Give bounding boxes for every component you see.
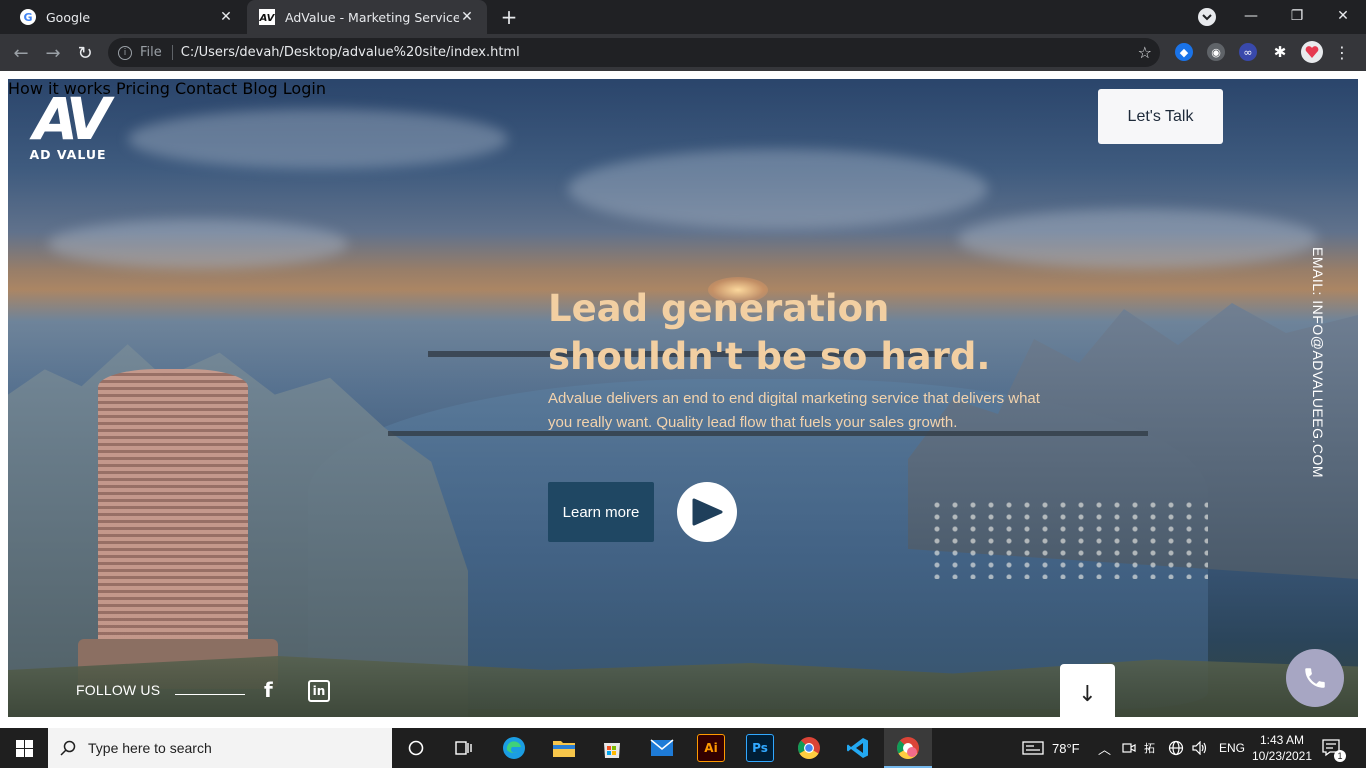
browser-tabstrip: G Google ✕ AV AdValue - Marketing Servic… xyxy=(0,0,1366,34)
svg-text:AV: AV xyxy=(259,13,275,24)
windows-start-icon[interactable] xyxy=(0,728,48,768)
tray-ime-icon[interactable]: 拓 xyxy=(1144,728,1155,768)
hotel-tower xyxy=(98,369,248,669)
tray-meet-icon[interactable] xyxy=(1122,728,1136,768)
profile-avatar-icon[interactable] xyxy=(1301,41,1323,63)
weather-temp: 78°F xyxy=(1052,740,1080,756)
info-icon[interactable]: i xyxy=(118,45,132,60)
browser-menu-icon[interactable]: ⋮ xyxy=(1333,43,1351,62)
notifications-icon[interactable]: 1 xyxy=(1322,728,1346,768)
tab-advalue[interactable]: AV AdValue - Marketing Service ✕ xyxy=(247,0,487,34)
cloud-shape xyxy=(958,209,1318,269)
search-icon xyxy=(60,740,76,756)
address-bar[interactable]: i File C:/Users/devah/Desktop/advalue%20… xyxy=(108,38,1160,67)
forward-icon[interactable]: → xyxy=(40,40,66,66)
file-explorer-icon[interactable] xyxy=(550,734,578,762)
follow-us-label: FOLLOW US xyxy=(76,682,161,698)
facebook-icon[interactable]: f xyxy=(264,679,278,701)
reload-icon[interactable]: ↻ xyxy=(72,40,98,66)
email-text: EMAIL: INFO@ADVALUEEG.COM xyxy=(1310,247,1326,479)
search-placeholder: Type here to search xyxy=(88,740,212,756)
edge-icon[interactable] xyxy=(500,734,528,762)
tab-title: AdValue - Marketing Service xyxy=(285,9,459,25)
url-text[interactable]: C:/Users/devah/Desktop/advalue%20site/in… xyxy=(181,45,520,60)
nav-pricing[interactable]: Pricing xyxy=(116,79,170,98)
browser-toolbar: ← → ↻ i File C:/Users/devah/Desktop/adva… xyxy=(0,34,1366,71)
restore-icon[interactable]: ❐ xyxy=(1274,0,1320,32)
extension-infinity-icon[interactable]: ∞ xyxy=(1239,43,1257,61)
svg-text:G: G xyxy=(23,11,32,24)
close-tab-icon[interactable]: ✕ xyxy=(459,9,475,25)
clock-time: 1:43 AM xyxy=(1259,733,1305,747)
phone-icon xyxy=(1305,668,1325,688)
play-video-button[interactable] xyxy=(677,482,737,542)
nav-contact[interactable]: Contact xyxy=(175,79,237,98)
chrome-profile-icon[interactable] xyxy=(894,734,922,762)
headline-line-2: shouldn't be so hard. xyxy=(548,335,991,378)
extensions-puzzle-icon[interactable]: ✱ xyxy=(1271,43,1289,61)
photoshop-icon[interactable]: Ps xyxy=(746,734,774,762)
boats-marina xyxy=(928,499,1208,579)
taskbar-search-box[interactable]: Type here to search xyxy=(48,728,392,768)
minimize-icon[interactable]: — xyxy=(1228,0,1274,32)
microsoft-store-icon[interactable] xyxy=(598,734,626,762)
google-icon: G xyxy=(20,9,36,25)
hero-subtext: Advalue delivers an end to end digital m… xyxy=(548,390,1040,431)
task-view-icon[interactable] xyxy=(450,734,478,762)
play-icon xyxy=(692,498,723,526)
chrome-icon[interactable] xyxy=(795,734,823,762)
lets-talk-button[interactable]: Let's Talk xyxy=(1098,89,1223,144)
clock-date: 10/23/2021 xyxy=(1251,749,1313,763)
follow-divider xyxy=(175,694,245,695)
close-tab-icon[interactable]: ✕ xyxy=(218,9,234,25)
nav-login[interactable]: Login xyxy=(283,79,326,98)
logo-wordmark: AD VALUE xyxy=(29,147,107,162)
learn-more-button[interactable]: Learn more xyxy=(548,482,654,542)
mail-icon[interactable] xyxy=(648,734,676,762)
extension-grey-icon[interactable]: ◉ xyxy=(1207,43,1225,61)
vertical-email[interactable]: EMAIL: INFO@ADVALUEEG.COM xyxy=(1310,247,1344,478)
notification-badge: 1 xyxy=(1334,750,1346,762)
system-clock[interactable]: 1:43 AM 10/23/2021 xyxy=(1250,732,1314,764)
language-indicator[interactable]: ENG xyxy=(1219,728,1245,768)
back-icon[interactable]: ← xyxy=(8,40,34,66)
cloud-shape xyxy=(128,109,508,169)
logo-mark: AV xyxy=(33,85,111,153)
weather-icon xyxy=(1022,741,1044,755)
extension-blue-icon[interactable]: ◆ xyxy=(1175,43,1193,61)
tab-title: Google xyxy=(46,9,91,25)
tab-google[interactable]: G Google ✕ xyxy=(8,0,246,34)
scheme-label: File xyxy=(140,45,173,60)
hero-headline: Lead generation shouldn't be so hard. xyxy=(548,285,990,381)
windows-taskbar: Type here to search Ai Ps 78°F ︿ 拓 ENG 1… xyxy=(0,728,1366,768)
new-tab-icon[interactable]: + xyxy=(498,5,520,29)
vscode-icon[interactable] xyxy=(844,734,872,762)
illustrator-icon[interactable]: Ai xyxy=(697,734,725,762)
headline-line-1: Lead generation xyxy=(548,287,890,330)
cloud-shape xyxy=(48,219,348,269)
cloud-shape xyxy=(568,149,988,229)
window-close-icon[interactable]: ✕ xyxy=(1320,0,1366,32)
scroll-down-button[interactable]: ↓ xyxy=(1060,664,1115,717)
tab-search-icon[interactable] xyxy=(1198,8,1216,26)
network-globe-icon[interactable] xyxy=(1168,728,1184,768)
tray-chevron-icon[interactable]: ︿ xyxy=(1098,728,1111,768)
call-button[interactable] xyxy=(1286,649,1344,707)
hero-section: AV AD VALUE How it works Pricing Contact… xyxy=(8,79,1358,717)
page-viewport: AV AD VALUE How it works Pricing Contact… xyxy=(0,71,1366,728)
site-logo[interactable]: AV AD VALUE xyxy=(26,89,110,162)
weather-widget[interactable]: 78°F xyxy=(1022,728,1080,768)
volume-icon[interactable] xyxy=(1192,728,1208,768)
cortana-icon[interactable] xyxy=(402,734,430,762)
linkedin-icon[interactable]: in xyxy=(308,680,330,702)
bookmark-star-icon[interactable]: ☆ xyxy=(1138,43,1152,62)
nav-blog[interactable]: Blog xyxy=(242,79,277,98)
advalue-favicon-icon: AV xyxy=(259,9,275,25)
